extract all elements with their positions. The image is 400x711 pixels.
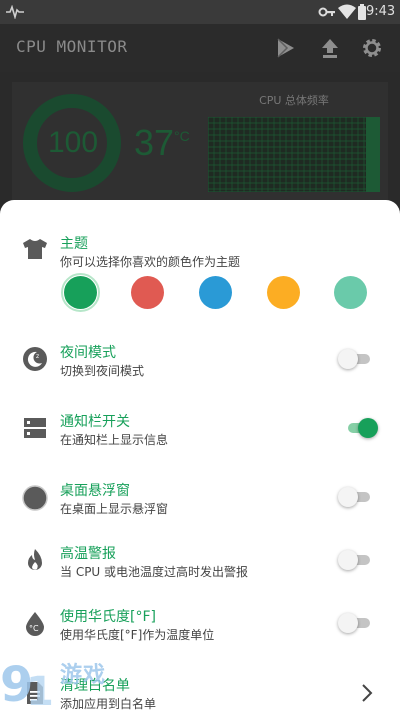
chevron-right-icon[interactable]: [360, 683, 374, 703]
theme-color-swatch[interactable]: [131, 276, 164, 309]
theme-color-swatch[interactable]: [267, 276, 300, 309]
svg-text:°C: °C: [29, 624, 39, 633]
fahrenheit-toggle[interactable]: [338, 611, 372, 635]
whitelist-title: 清理白名单: [60, 678, 130, 694]
floating-window-title: 桌面悬浮窗: [60, 483, 130, 499]
night-mode-setting[interactable]: z 夜间模式 切换到夜间模式: [0, 342, 400, 382]
temperature-readout: 37°C: [134, 122, 190, 164]
temperature-drop-icon: °C: [26, 612, 44, 636]
night-mode-toggle[interactable]: [338, 347, 372, 371]
night-mode-title: 夜间模式: [60, 345, 116, 361]
floating-window-toggle[interactable]: [338, 485, 372, 509]
clock: 9:43: [366, 4, 396, 19]
floating-window-subtitle: 在桌面上显示悬浮窗: [60, 502, 169, 516]
play-store-icon[interactable]: [274, 36, 298, 60]
night-mode-subtitle: 切换到夜间模式: [60, 364, 145, 378]
floating-bubble-icon: [22, 485, 48, 511]
notification-subtitle: 在通知栏上显示信息: [60, 433, 169, 447]
theme-title: 主题: [60, 236, 88, 252]
fahrenheit-setting[interactable]: °C 使用华氏度[°F] 使用华氏度[°F]作为温度单位: [0, 606, 400, 646]
notification-title: 通知栏开关: [60, 414, 130, 430]
tshirt-icon: [23, 239, 47, 259]
vpn-key-icon: [318, 7, 335, 17]
document-list-icon: [27, 682, 43, 704]
floating-window-setting[interactable]: 桌面悬浮窗 在桌面上显示悬浮窗: [0, 480, 400, 520]
high-temp-alert-subtitle: 当 CPU 或电池温度过高时发出警报: [60, 565, 249, 579]
temperature-value: 37: [134, 122, 175, 163]
theme-color-swatch[interactable]: [199, 276, 232, 309]
theme-setting: 主题 你可以选择你喜欢的颜色作为主题: [0, 232, 400, 312]
notification-bar-icon: [24, 418, 46, 438]
temperature-unit: °C: [174, 128, 190, 144]
whitelist-setting[interactable]: 清理白名单 添加应用到白名单: [0, 675, 400, 711]
settings-gear-icon[interactable]: [360, 36, 384, 60]
whitelist-subtitle: 添加应用到白名单: [60, 697, 157, 711]
fahrenheit-subtitle: 使用华氏度[°F]作为温度单位: [60, 628, 215, 642]
battery-icon: [358, 4, 366, 20]
notification-setting[interactable]: 通知栏开关 在通知栏上显示信息: [0, 411, 400, 451]
svg-text:z: z: [36, 353, 39, 360]
high-temp-alert-toggle[interactable]: [338, 548, 372, 572]
activity-icon: [6, 5, 24, 19]
notification-toggle[interactable]: [344, 416, 378, 440]
theme-color-swatch[interactable]: [334, 276, 367, 309]
cpu-load-value: 100: [47, 126, 99, 159]
status-bar: 9:43: [0, 0, 400, 24]
app-title: CPU MONITOR: [16, 37, 128, 56]
high-temp-alert-title: 高温警报: [60, 546, 116, 562]
high-temp-alert-setting[interactable]: 高温警报 当 CPU 或电池温度过高时发出警报: [0, 543, 400, 583]
fahrenheit-title: 使用华氏度[°F]: [60, 609, 156, 625]
theme-color-swatch[interactable]: [64, 276, 97, 309]
frequency-grid-chart: [208, 117, 380, 192]
app-bar: CPU MONITOR: [0, 24, 400, 72]
theme-subtitle: 你可以选择你喜欢的颜色作为主题: [60, 255, 241, 269]
settings-sheet: 主题 你可以选择你喜欢的颜色作为主题 z 夜间模式 切换到夜间模式 通知栏开关 …: [0, 200, 400, 711]
flame-icon: [28, 549, 42, 570]
wifi-icon: [338, 4, 356, 19]
upload-icon[interactable]: [318, 36, 342, 60]
frequency-label: CPU 总体频率: [259, 94, 329, 107]
night-mode-icon: z: [23, 347, 47, 371]
